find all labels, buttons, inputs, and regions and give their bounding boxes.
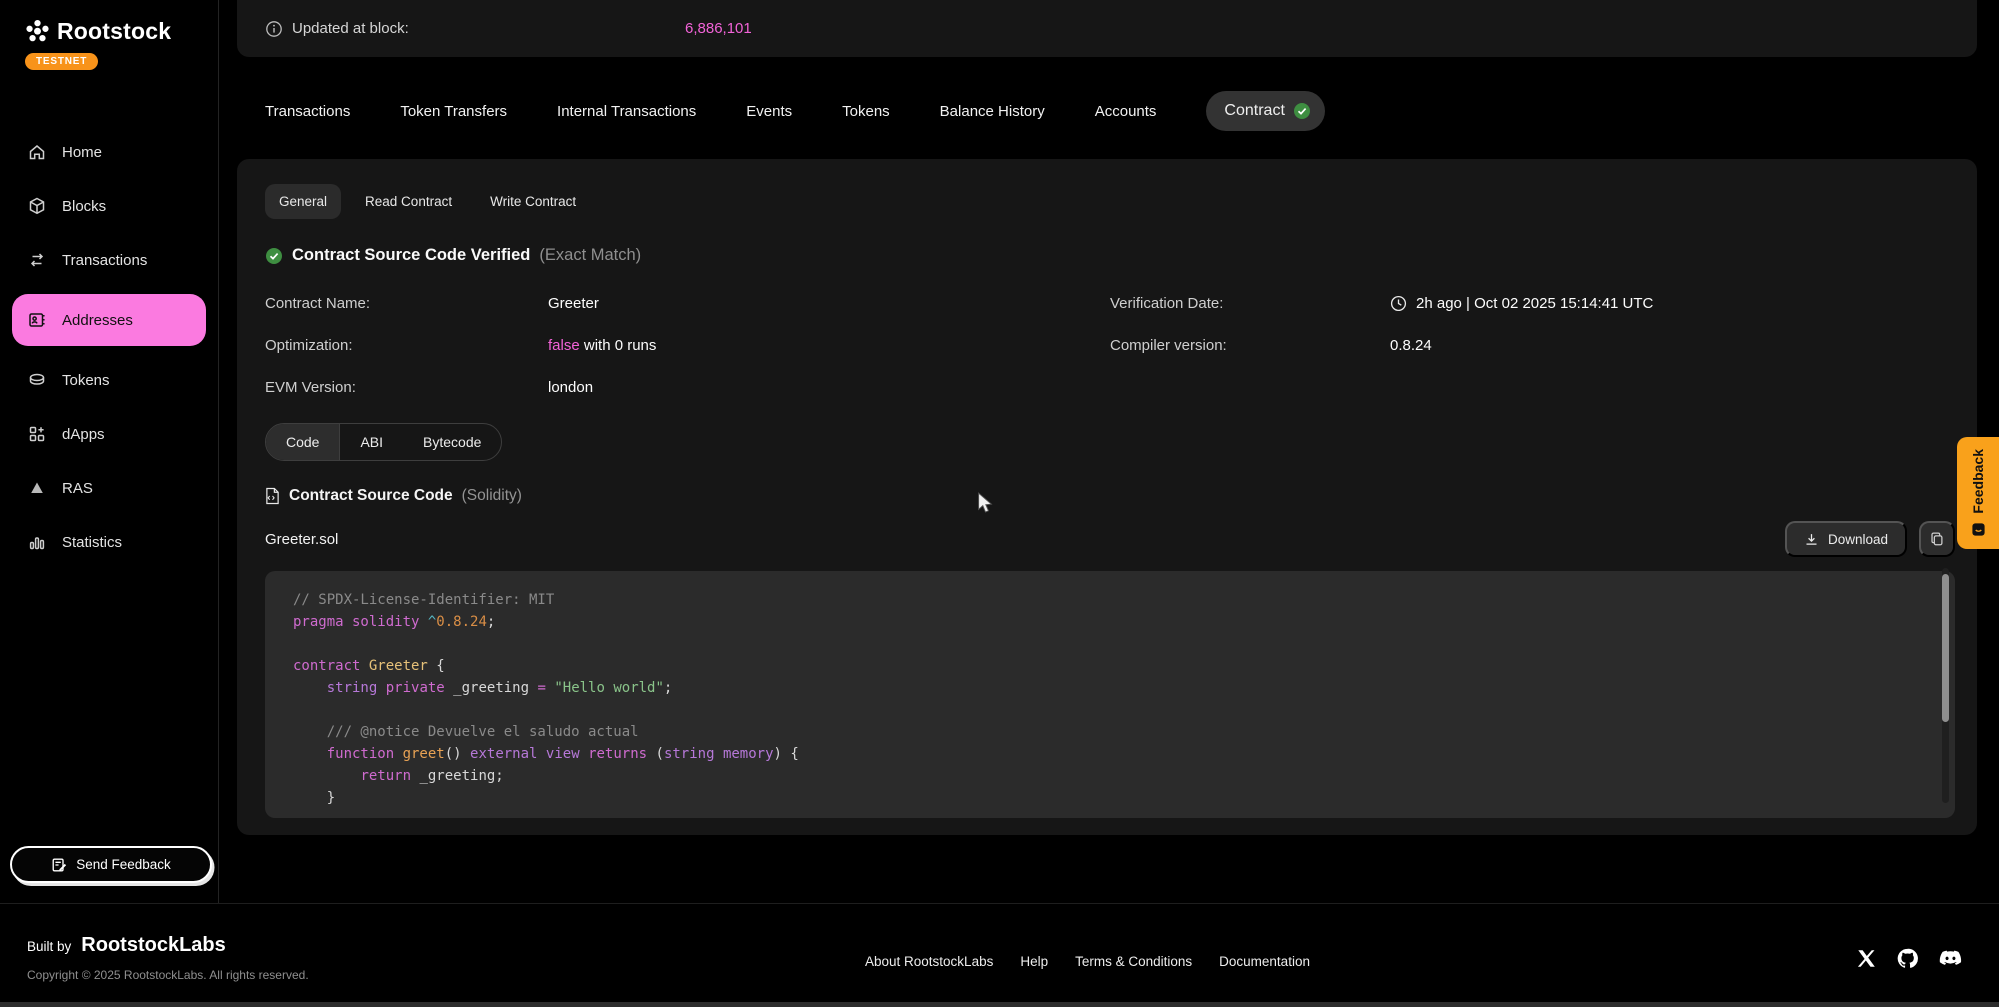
verified-check-icon [265,247,283,265]
tab-events[interactable]: Events [746,103,792,120]
social-links [1856,946,1963,971]
compiler-version-label: Compiler version: [1110,331,1390,359]
verified-note: (Exact Match) [539,246,641,265]
updated-block-label: Updated at block: [292,20,409,37]
tab-balance-history[interactable]: Balance History [940,103,1045,120]
github-icon[interactable] [1896,947,1919,970]
source-code-viewer: // SPDX-License-Identifier: MITpragma so… [265,571,1955,818]
info-icon [265,20,283,38]
verified-title: Contract Source Code Verified [292,246,530,265]
download-icon [1804,532,1819,547]
optimization-label: Optimization: [265,331,548,359]
footer-link-terms[interactable]: Terms & Conditions [1075,954,1192,969]
block-number-link[interactable]: 6,886,101 [685,20,752,37]
contract-name-value: Greeter [548,289,1110,317]
source-actions: Download [1785,521,1955,557]
verified-check-icon [1293,102,1311,120]
code-view-switch: Code ABI Bytecode [265,423,502,461]
edit-note-icon [51,857,67,873]
tab-token-transfers[interactable]: Token Transfers [400,103,507,120]
main-content: Updated at block: 6,886,101 Transactions… [237,0,1977,835]
feedback-edge-tab[interactable]: Feedback [1957,437,1999,549]
dapps-grid-icon [27,424,47,444]
rootstock-explorer-page: Rootstock TESTNET Home Blocks Transactio… [0,0,1999,1007]
footer-links: About RootstockLabs Help Terms & Conditi… [865,954,1310,969]
copyright-text: Copyright © 2025 RootstockLabs. All righ… [27,968,309,982]
download-button[interactable]: Download [1785,521,1907,557]
source-file-name: Greeter.sol [265,531,338,548]
discord-icon[interactable] [1938,946,1963,971]
clock-icon [1390,295,1407,312]
sidebar-nav: Home Blocks Transactions Addresses Token… [0,118,218,576]
swap-arrows-icon [27,250,47,270]
built-by-label: Built by [27,939,71,954]
updated-block-bar: Updated at block: 6,886,101 [237,0,1977,57]
footer-link-about[interactable]: About RootstockLabs [865,954,993,969]
verification-date-value: 2h ago | Oct 02 2025 15:14:41 UTC [1390,289,1955,317]
tab-tokens[interactable]: Tokens [842,103,890,120]
contract-name-label: Contract Name: [265,289,548,317]
testnet-badge: TESTNET [25,53,98,70]
abi-tab[interactable]: ABI [340,424,403,460]
sidebar-item-transactions[interactable]: Transactions [12,240,206,280]
subtab-general[interactable]: General [265,184,341,219]
source-code-language: (Solidity) [462,487,522,505]
source-file-row: Greeter.sol Download [265,521,1955,557]
footer-link-documentation[interactable]: Documentation [1219,954,1310,969]
sidebar-item-home[interactable]: Home [12,132,206,172]
x-twitter-icon[interactable] [1856,948,1877,969]
feedback-tab-label: Feedback [1970,449,1986,514]
evm-version-value: london [548,373,1110,401]
subtab-write-contract[interactable]: Write Contract [476,184,590,219]
copy-icon [1929,531,1945,547]
source-code-title: Contract Source Code [289,487,453,505]
footer-link-help[interactable]: Help [1020,954,1048,969]
tab-contract[interactable]: Contract [1206,91,1324,131]
rootstock-flower-icon [24,18,51,45]
sidebar-item-blocks[interactable]: Blocks [12,186,206,226]
subtab-read-contract[interactable]: Read Contract [351,184,466,219]
contract-panel: General Read Contract Write Contract Con… [237,159,1977,835]
verification-date-label: Verification Date: [1110,289,1390,317]
footer: Built by RootstockLabs Copyright © 2025 … [0,903,1999,1002]
sidebar-item-tokens[interactable]: Tokens [12,360,206,400]
code-scrollbar-thumb[interactable] [1942,574,1949,722]
contract-subtabs: General Read Contract Write Contract [265,184,1955,219]
bottom-strip [0,1002,1999,1007]
home-icon [27,142,47,162]
address-card-icon [27,310,47,330]
source-code-heading: Contract Source Code (Solidity) [265,487,1955,505]
compiler-version-value: 0.8.24 [1390,331,1955,359]
file-icon [265,487,280,505]
sidebar-item-ras[interactable]: RAS [12,468,206,508]
ras-triangle-icon [27,478,47,498]
updated-block-label-row: Updated at block: [265,20,409,38]
code-tab[interactable]: Code [266,424,340,460]
feedback-chat-icon [1971,522,1986,537]
rootstock-logo[interactable]: Rootstock [24,18,218,45]
bytecode-tab[interactable]: Bytecode [403,424,501,460]
coin-icon [27,370,47,390]
tab-internal-transactions[interactable]: Internal Transactions [557,103,696,120]
footer-brand-link[interactable]: RootstockLabs [81,934,225,957]
optimization-value: false with 0 runs [548,331,1110,359]
verified-banner: Contract Source Code Verified (Exact Mat… [265,246,1955,265]
tab-transactions[interactable]: Transactions [265,103,350,120]
evm-version-label: EVM Version: [265,373,548,401]
send-feedback-button[interactable]: Send Feedback [10,846,212,883]
sidebar-item-statistics[interactable]: Statistics [12,522,206,562]
built-by-row: Built by RootstockLabs [27,934,226,957]
brand-name: Rootstock [57,18,171,45]
address-tabs: Transactions Token Transfers Internal Tr… [237,89,1977,133]
contract-details: Contract Name: Greeter Verification Date… [265,289,1955,401]
bar-chart-icon [27,532,47,552]
sidebar-item-dapps[interactable]: dApps [12,414,206,454]
copy-source-button[interactable] [1919,521,1955,557]
cube-icon [27,196,47,216]
sidebar: Rootstock TESTNET Home Blocks Transactio… [0,0,219,903]
sidebar-item-addresses[interactable]: Addresses [12,294,206,346]
tab-accounts[interactable]: Accounts [1095,103,1157,120]
code-scrollbar [1942,568,1949,803]
